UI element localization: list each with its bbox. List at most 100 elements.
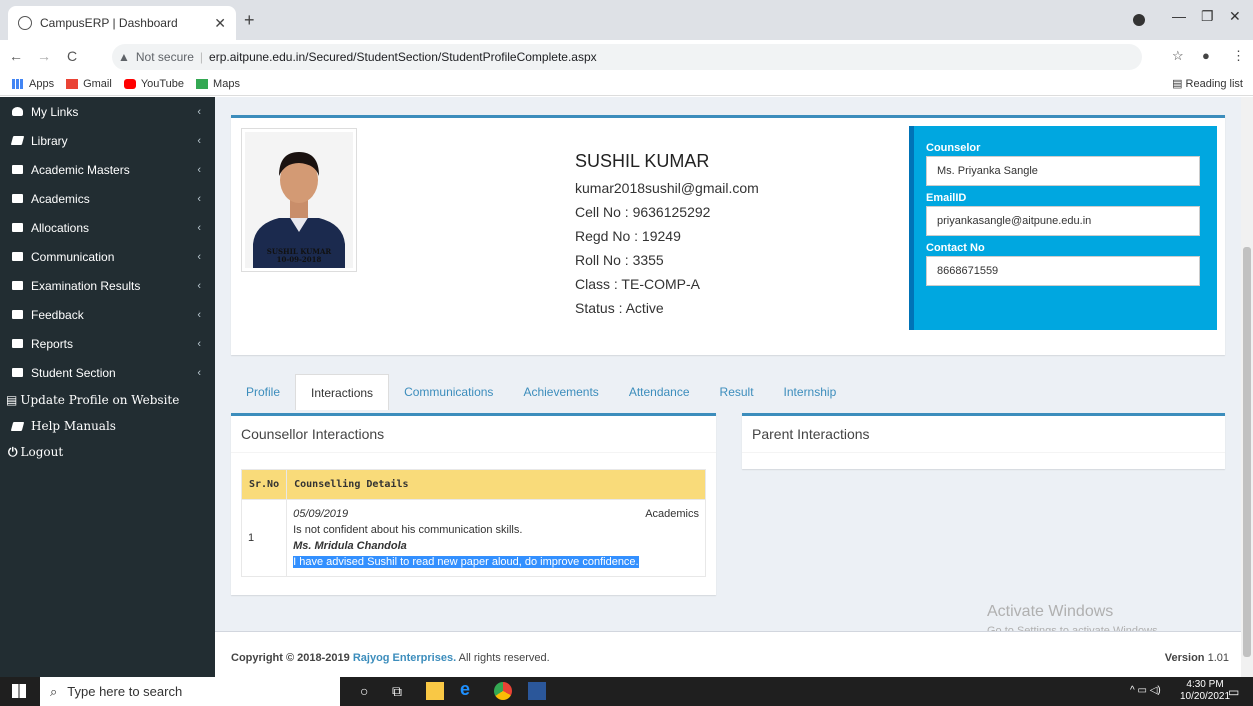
profile-tabs: Profile Interactions Communications Achi… — [231, 374, 851, 410]
main-content: SUSHIL KUMAR 10-09-2018 SUSHIL KUMAR kum… — [215, 97, 1241, 677]
sidebar-item-student-section[interactable]: Student Section ‹ — [0, 358, 215, 387]
chevron-left-icon: ‹ — [197, 337, 201, 350]
book-icon — [10, 421, 25, 431]
menu-icon[interactable]: ⋮ — [1232, 48, 1245, 64]
sidebar-item-allocations[interactable]: Allocations ‹ — [0, 213, 215, 242]
folder-icon — [12, 194, 23, 203]
row-srno: 1 — [240, 499, 288, 577]
cortana-icon[interactable]: ○ — [360, 683, 378, 701]
photo-caption-date: 10-09-2018 — [276, 255, 322, 264]
chevron-left-icon: ‹ — [197, 279, 201, 292]
address-bar: ← → C ▲ Not secure | erp.aitpune.edu.in/… — [0, 40, 1253, 72]
sidebar-item-my-links[interactable]: My Links ‹ — [0, 97, 215, 126]
folder-icon — [12, 165, 23, 174]
account-icon[interactable]: ● — [1202, 48, 1210, 63]
sidebar-item-academics[interactable]: Academics ‹ — [0, 184, 215, 213]
document-icon: ▤ — [6, 393, 18, 407]
tab-title: CampusERP | Dashboard — [40, 16, 178, 30]
sidebar-item-examination-results[interactable]: Examination Results ‹ — [0, 271, 215, 300]
reading-list-button[interactable]: ▤ Reading list — [1172, 77, 1243, 90]
student-roll: Roll No : 3355 — [575, 252, 664, 268]
url-input[interactable]: ▲ Not secure | erp.aitpune.edu.in/Secure… — [112, 44, 1142, 70]
sidebar-item-library[interactable]: Library ‹ — [0, 126, 215, 155]
interaction-date: 05/09/2019 — [293, 508, 349, 520]
sidebar: My Links ‹ Library ‹ Academic Masters ‹ Aca… — [0, 97, 215, 677]
browser-tab[interactable]: CampusERP | Dashboard ✕ — [8, 6, 236, 40]
tab-internship[interactable]: Internship — [769, 374, 852, 410]
book-icon — [10, 136, 25, 145]
student-details: SUSHIL KUMAR kumar2018sushil@gmail.com C… — [575, 146, 759, 320]
tray-icons[interactable]: ^ ▭ ◁) — [1130, 685, 1161, 696]
maps-icon — [196, 78, 209, 89]
page-footer: Copyright © 2018-2019 Rajyog Enterprises… — [215, 631, 1241, 677]
task-view-icon[interactable]: ⧉ — [392, 683, 410, 701]
copyright: Copyright © 2018-2019 Rajyog Enterprises… — [231, 652, 550, 664]
sidebar-item-communication[interactable]: Communication ‹ — [0, 242, 215, 271]
chevron-left-icon: ‹ — [197, 105, 201, 118]
taskbar-clock[interactable]: 4:30 PM 10/20/2021 — [1180, 679, 1230, 703]
word-icon[interactable] — [528, 682, 546, 700]
email-label: EmailID — [926, 192, 967, 204]
close-tab-icon[interactable]: ✕ — [214, 15, 226, 32]
sidebar-item-help-manuals[interactable]: Help Manuals — [0, 413, 215, 439]
bookmark-apps[interactable]: Apps — [12, 78, 54, 90]
company-link[interactable]: Rajyog Enterprises. — [353, 652, 456, 664]
sidebar-item-logout[interactable]: ⏻ Logout — [0, 439, 215, 465]
sidebar-item-academic-masters[interactable]: Academic Masters ‹ — [0, 155, 215, 184]
version: Version 1.01 — [1164, 652, 1229, 664]
bookmarks-bar: Apps Gmail YouTube Maps ▤ Reading list — [0, 72, 1253, 96]
tab-result[interactable]: Result — [705, 374, 769, 410]
sidebar-item-feedback[interactable]: Feedback ‹ — [0, 300, 215, 329]
interaction-note: Is not confident about his communication… — [293, 524, 523, 536]
counselor-contact-field: 8668671559 — [926, 256, 1200, 286]
tab-communications[interactable]: Communications — [389, 374, 508, 410]
reload-icon[interactable]: C — [60, 48, 84, 64]
chevron-left-icon: ‹ — [197, 308, 201, 321]
windows-start-icon[interactable] — [12, 684, 26, 698]
minimize-icon[interactable]: — — [1172, 8, 1186, 24]
student-name: SUSHIL KUMAR — [575, 151, 710, 171]
page-scrollbar[interactable] — [1241, 97, 1253, 677]
interaction-counsellor: Ms. Mridula Chandola — [293, 540, 407, 552]
counselor-label: Counselor — [926, 142, 981, 154]
bookmark-maps[interactable]: Maps — [196, 78, 240, 90]
url-text: erp.aitpune.edu.in/Secured/StudentSectio… — [209, 50, 597, 64]
restore-icon[interactable]: ❐ — [1201, 8, 1214, 25]
tab-achievements[interactable]: Achievements — [508, 374, 613, 410]
forward-icon[interactable]: → — [32, 48, 56, 64]
tab-interactions[interactable]: Interactions — [295, 374, 390, 410]
scroll-thumb[interactable] — [1243, 247, 1251, 657]
close-window-icon[interactable]: ✕ — [1229, 8, 1241, 25]
edge-icon[interactable]: e — [460, 679, 478, 699]
tab-attendance[interactable]: Attendance — [614, 374, 705, 410]
reading-list-icon: ▤ — [1172, 78, 1186, 90]
notification-icon[interactable]: ▭ — [1228, 685, 1239, 699]
sidebar-item-update-profile[interactable]: ▤ Update Profile on Website — [0, 387, 215, 413]
taskbar-search-input[interactable]: ⌕ Type here to search — [40, 677, 340, 706]
bookmark-gmail[interactable]: Gmail — [66, 78, 112, 90]
column-header-srno: Sr.No — [240, 469, 288, 500]
student-cell: Cell No : 9636125292 — [575, 204, 711, 220]
user-icon — [12, 107, 23, 116]
counselor-email-field: priyankasangle@aitpune.edu.in — [926, 206, 1200, 236]
contact-label: Contact No — [926, 242, 985, 254]
windows-taskbar: ⌕ Type here to search ○ ⧉ e ^ ▭ ◁) 4:30 … — [0, 677, 1253, 706]
chevron-left-icon: ‹ — [197, 134, 201, 147]
tab-profile[interactable]: Profile — [231, 374, 295, 410]
bookmark-youtube[interactable]: YouTube — [123, 78, 184, 90]
chrome-icon[interactable] — [494, 682, 512, 700]
counselling-table: Sr.No Counselling Details 1 05/09/2019 Ac… — [240, 469, 706, 577]
power-icon: ⏻ — [8, 444, 18, 459]
star-icon[interactable]: ☆ — [1172, 48, 1184, 64]
file-explorer-icon[interactable] — [426, 682, 444, 700]
profile-indicator-icon[interactable] — [1133, 14, 1145, 26]
back-icon[interactable]: ← — [4, 48, 28, 64]
student-profile-card: SUSHIL KUMAR 10-09-2018 SUSHIL KUMAR kum… — [231, 115, 1225, 355]
gmail-icon — [66, 78, 79, 89]
sidebar-item-reports[interactable]: Reports ‹ — [0, 329, 215, 358]
new-tab-icon[interactable]: + — [244, 10, 255, 31]
warning-icon: ▲ — [118, 50, 130, 64]
folder-icon — [12, 339, 23, 348]
folder-icon — [12, 368, 23, 377]
interaction-category: Academics — [645, 508, 699, 520]
